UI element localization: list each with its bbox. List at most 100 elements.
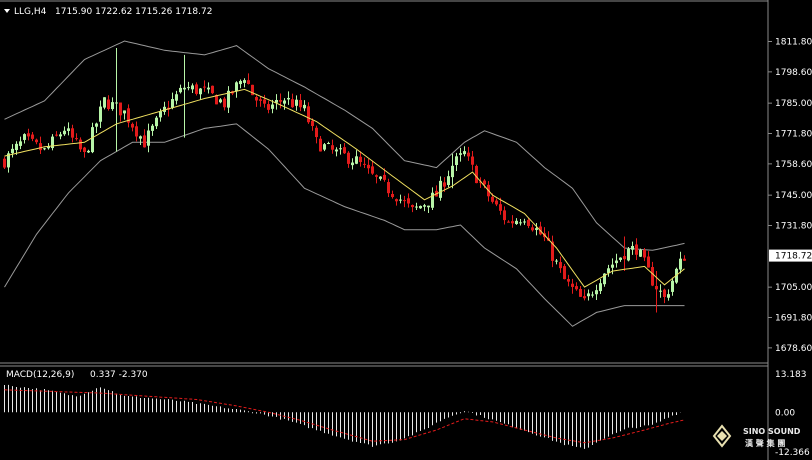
candle-body [659, 290, 662, 292]
candle-body [399, 199, 402, 201]
candle-body [267, 104, 270, 110]
candle-body [535, 228, 538, 230]
candle-body [295, 99, 298, 106]
candle-body [471, 156, 474, 165]
candle-body [511, 221, 514, 224]
candle-body [43, 148, 46, 150]
candle-body [563, 266, 566, 280]
candle-body [331, 145, 334, 150]
candle-body [271, 104, 274, 109]
candle-body [119, 102, 122, 116]
candle-body [75, 138, 78, 140]
candle-body [451, 165, 454, 178]
candle-body [155, 117, 158, 127]
candle-body [87, 150, 90, 153]
candle-body [255, 97, 258, 101]
candle-body [347, 152, 350, 164]
candle-body [55, 134, 58, 136]
candle-body [567, 279, 570, 282]
candle-body [171, 99, 174, 108]
trading-chart[interactable]: 1811.80 1798.60 1785.00 1771.80 1758.60 1745.… [0, 0, 812, 460]
candle-body [195, 84, 198, 94]
candle-body [59, 134, 62, 137]
candle-body [499, 204, 502, 211]
candle-body [583, 296, 586, 299]
candle-body [599, 283, 602, 292]
candle-body [643, 249, 646, 258]
candle-body [411, 205, 414, 208]
candle-body [151, 125, 154, 131]
candle-body [447, 176, 450, 185]
candle-body [239, 80, 242, 85]
candle-body [115, 102, 118, 104]
candle-body [679, 258, 682, 270]
candle-body [187, 87, 190, 89]
price-tick-label: 1705.00 [775, 283, 812, 293]
candle-body [351, 162, 354, 166]
candle-body [315, 127, 318, 138]
candle-body [27, 133, 30, 137]
candle-body [655, 286, 658, 290]
candle-body [259, 99, 262, 101]
candle-body [371, 166, 374, 174]
candle-body [343, 147, 346, 154]
candle-body [631, 245, 634, 250]
candle-body [11, 148, 14, 154]
candle-body [39, 143, 42, 151]
candle-body [131, 123, 134, 128]
macd-tick-label: 13.183 [775, 370, 807, 380]
candle-body [663, 289, 666, 298]
candle-body [107, 99, 110, 110]
candle-body [619, 257, 622, 260]
candle-body [647, 256, 650, 268]
candle-body [103, 97, 106, 108]
candle-body [363, 163, 366, 165]
candle-body [203, 86, 206, 88]
price-tick-label: 1745.00 [775, 191, 812, 201]
candle-body [35, 139, 38, 143]
candle-body [303, 104, 306, 109]
candle-body [111, 102, 114, 110]
candle-body [379, 176, 382, 179]
candle-body [139, 136, 142, 139]
candle-body [199, 88, 202, 95]
candle-body [575, 286, 578, 290]
candle-body [503, 210, 506, 221]
candle-body [319, 138, 322, 152]
candle-body [359, 156, 362, 163]
candle-body [191, 85, 194, 90]
candle-body [667, 294, 670, 298]
price-tick-label: 1785.00 [775, 99, 812, 109]
candle-body [455, 156, 458, 165]
candle-body [283, 100, 286, 104]
logo-brand: SINO SOUND [743, 427, 801, 436]
candle-body [71, 128, 74, 138]
candle-body [19, 141, 22, 146]
candle-body [591, 294, 594, 296]
candle-body [391, 193, 394, 198]
candle-body [439, 180, 442, 198]
candle-body [323, 144, 326, 150]
candle-body [559, 262, 562, 269]
candle-body [99, 106, 102, 122]
candle-body [307, 106, 310, 123]
candle-body [235, 82, 238, 92]
candle-body [519, 222, 522, 224]
candle-body [211, 85, 214, 94]
macd-values: 0.337 -2.370 [90, 370, 148, 380]
price-tick-label: 1731.80 [775, 222, 812, 232]
candle-body [207, 87, 210, 90]
candle-body [467, 152, 470, 157]
candle-body [579, 288, 582, 297]
price-tick-label: 1758.60 [775, 160, 812, 170]
candle-body [531, 227, 534, 231]
candle-body [587, 293, 590, 297]
price-tick-label: 1771.80 [775, 130, 812, 140]
macd-tick-label: -12.366 [775, 448, 810, 458]
candle-body [159, 111, 162, 118]
candle-body [507, 221, 510, 223]
candle-body [335, 149, 338, 152]
candle-body [395, 199, 398, 202]
candle-body [555, 260, 558, 262]
candle-body [219, 99, 222, 103]
